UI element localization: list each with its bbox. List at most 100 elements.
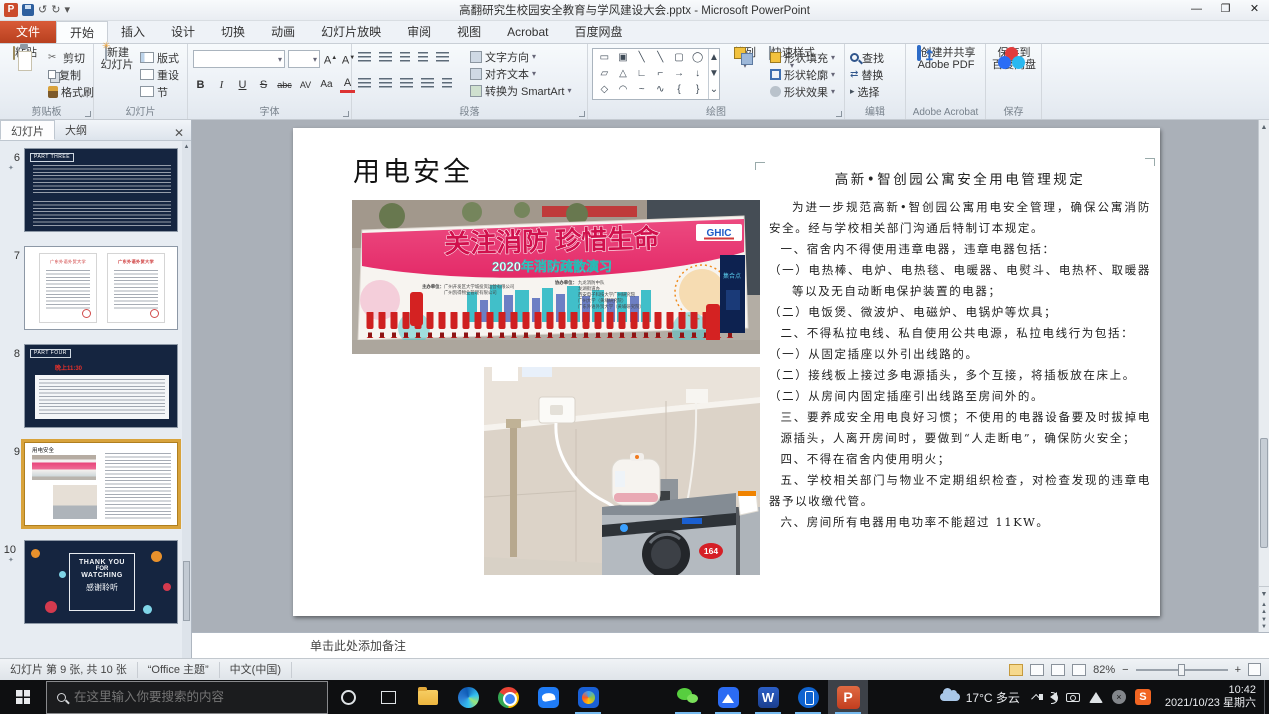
numbering-button[interactable] [379,52,392,62]
fire-drill-banner-photo[interactable]: 关注消防 珍惜生命 2020年消防疏散演习 GHIC 主办单位： 广州开发区大学… [352,200,760,354]
font-name-combo[interactable]: ▾ [193,50,285,68]
shape-arrow-right-icon[interactable]: → [670,66,689,82]
notes-placeholder[interactable]: 单击此处添加备注 [192,637,406,654]
panel-close-icon[interactable]: ✕ [167,126,191,140]
bullets-button[interactable] [358,52,371,62]
shape-brace-right-icon[interactable]: } [688,82,707,98]
panel-tab-slides[interactable]: 幻灯片 [0,120,55,140]
meeting-app-button[interactable] [708,680,748,714]
shape-line-icon[interactable]: ╲ [632,50,651,66]
shape-rect-icon[interactable]: ▭ [595,50,614,66]
tab-design[interactable]: 设计 [158,21,208,43]
task-view-button[interactable] [368,680,408,714]
paragraph-dialog-launcher[interactable] [579,111,585,117]
qat-customize-icon[interactable]: ▾ [64,3,70,17]
redo-icon[interactable]: ↻ [51,3,60,17]
shape-square-icon[interactable]: ▢ [670,50,689,66]
arrange-button[interactable]: 排列 ▾ [722,47,768,72]
previous-slide-button[interactable]: ▲▲ [1259,602,1269,617]
replace-button[interactable]: ⇄替换 [850,66,884,83]
tab-view[interactable]: 视图 [444,21,494,43]
powerpoint-button[interactable]: P [828,680,868,714]
shapes-gallery-scrollbar[interactable]: ▲ ▼ ⌄ [708,49,719,99]
taskbar-clock[interactable]: 10:42 2021/10/23 星期六 [1157,684,1264,710]
tab-transitions[interactable]: 切换 [208,21,258,43]
zoom-in-button[interactable]: + [1235,664,1241,676]
layout-button[interactable]: 版式 [140,49,179,66]
camera-icon[interactable] [1066,693,1080,702]
font-dialog-launcher[interactable] [343,111,349,117]
shape-arrow-down-icon[interactable]: ↓ [688,66,707,82]
shape-elbow-icon[interactable]: ∟ [632,66,651,82]
shape-oval-icon[interactable]: ◯ [688,50,707,66]
shape-line2-icon[interactable]: ╲ [651,50,670,66]
thunder-button[interactable] [528,680,568,714]
cortana-button[interactable] [328,680,368,714]
panel-scrollbar-thumb[interactable] [183,561,190,621]
tab-animations[interactable]: 动画 [258,21,308,43]
your-phone-button[interactable] [788,680,828,714]
shape-outline-button[interactable]: 形状轮廓▾ [770,66,835,83]
drawing-dialog-launcher[interactable] [836,111,842,117]
bold-button[interactable]: B [193,77,208,93]
minimize-button[interactable]: — [1182,0,1211,20]
panel-tab-outline[interactable]: 大纲 [55,120,97,140]
convert-smartart-button[interactable]: 转换为 SmartArt▾ [470,82,571,99]
shapes-gallery[interactable]: ▭ ▣ ╲ ╲ ▢ ◯ ▱ △ ∟ ⌐ → ↓ ◇ ◠ ~ ∿ { } ▲ ▼ … [592,48,720,100]
italic-button[interactable]: I [214,77,229,93]
zoom-slider-thumb[interactable] [1178,664,1185,676]
font-size-combo[interactable]: ▾ [288,50,320,68]
zoom-level[interactable]: 82% [1093,664,1115,676]
find-button[interactable]: 查找 [850,49,884,66]
slide-canvas[interactable]: 用电安全 [293,128,1160,616]
slide-title[interactable]: 用电安全 [353,150,473,189]
normal-view-button[interactable] [1009,664,1023,676]
sogou-input-icon[interactable]: S [1135,689,1151,705]
increase-indent-button[interactable] [418,52,428,62]
tab-insert[interactable]: 插入 [108,21,158,43]
media-app-button[interactable] [568,680,608,714]
select-button[interactable]: ▸选择 [850,83,884,100]
change-case-button[interactable]: Aa [319,77,334,93]
scroll-down-icon[interactable]: ▼ [1259,587,1269,602]
cut-button[interactable]: ✂剪切 [48,49,94,66]
close-button[interactable]: ✕ [1240,0,1269,20]
slide-sorter-view-button[interactable] [1030,664,1044,676]
panel-scrollbar[interactable]: ▲ [182,141,191,658]
decrease-indent-button[interactable] [400,52,410,62]
character-spacing-button[interactable]: AV [298,77,313,93]
reading-view-button[interactable] [1051,664,1065,676]
strikethrough-button[interactable]: S [256,77,271,93]
line-spacing-button[interactable] [436,52,449,62]
shape-elbow2-icon[interactable]: ⌐ [651,66,670,82]
paste-button[interactable]: 粘贴 [2,47,48,59]
shape-triangle-icon[interactable]: △ [614,66,633,82]
wechat-button[interactable] [668,680,708,714]
clipboard-dialog-launcher[interactable] [85,111,91,117]
word-button[interactable]: W [748,680,788,714]
underline-button[interactable]: U [235,77,250,93]
fit-to-window-button[interactable] [1248,663,1261,676]
shape-parallelogram-icon[interactable]: ▱ [595,66,614,82]
slide-thumbnail-9-selected[interactable]: 用电安全 [24,442,178,526]
next-slide-button[interactable]: ▼▼ [1259,617,1269,632]
search-input[interactable] [74,690,304,704]
columns-button[interactable] [442,78,452,88]
slide-thumbnail-7[interactable]: 广东外语外贸大学 广东外语外贸大学 [24,246,178,330]
regulations-text-block[interactable]: 高新•智创园公寓安全用电管理规定 为进一步规范高新•智创园公寓用电安全管理，确保… [769,168,1151,533]
shape-effects-button[interactable]: 形状效果▾ [770,83,835,100]
new-slide-button[interactable]: 新建 幻灯片 [94,47,140,71]
network-icon[interactable] [1089,692,1103,703]
shape-arc-icon[interactable]: ◠ [614,82,633,98]
start-button[interactable] [0,680,46,714]
tab-acrobat[interactable]: Acrobat [494,21,561,43]
weather-widget[interactable]: 17°C 多云 [932,689,1028,706]
slide-thumbnail-8[interactable]: PART FOUR 晚上11:30 [24,344,178,428]
grow-font-button[interactable]: A▲ [323,50,338,66]
chrome-button[interactable] [488,680,528,714]
shape-diamond-icon[interactable]: ◇ [595,82,614,98]
align-right-button[interactable] [400,78,413,88]
notes-pane[interactable]: 单击此处添加备注 [192,632,1269,658]
laundry-room-photo[interactable]: 164 [484,367,760,575]
shape-fill-button[interactable]: 形状填充▾ [770,49,835,66]
